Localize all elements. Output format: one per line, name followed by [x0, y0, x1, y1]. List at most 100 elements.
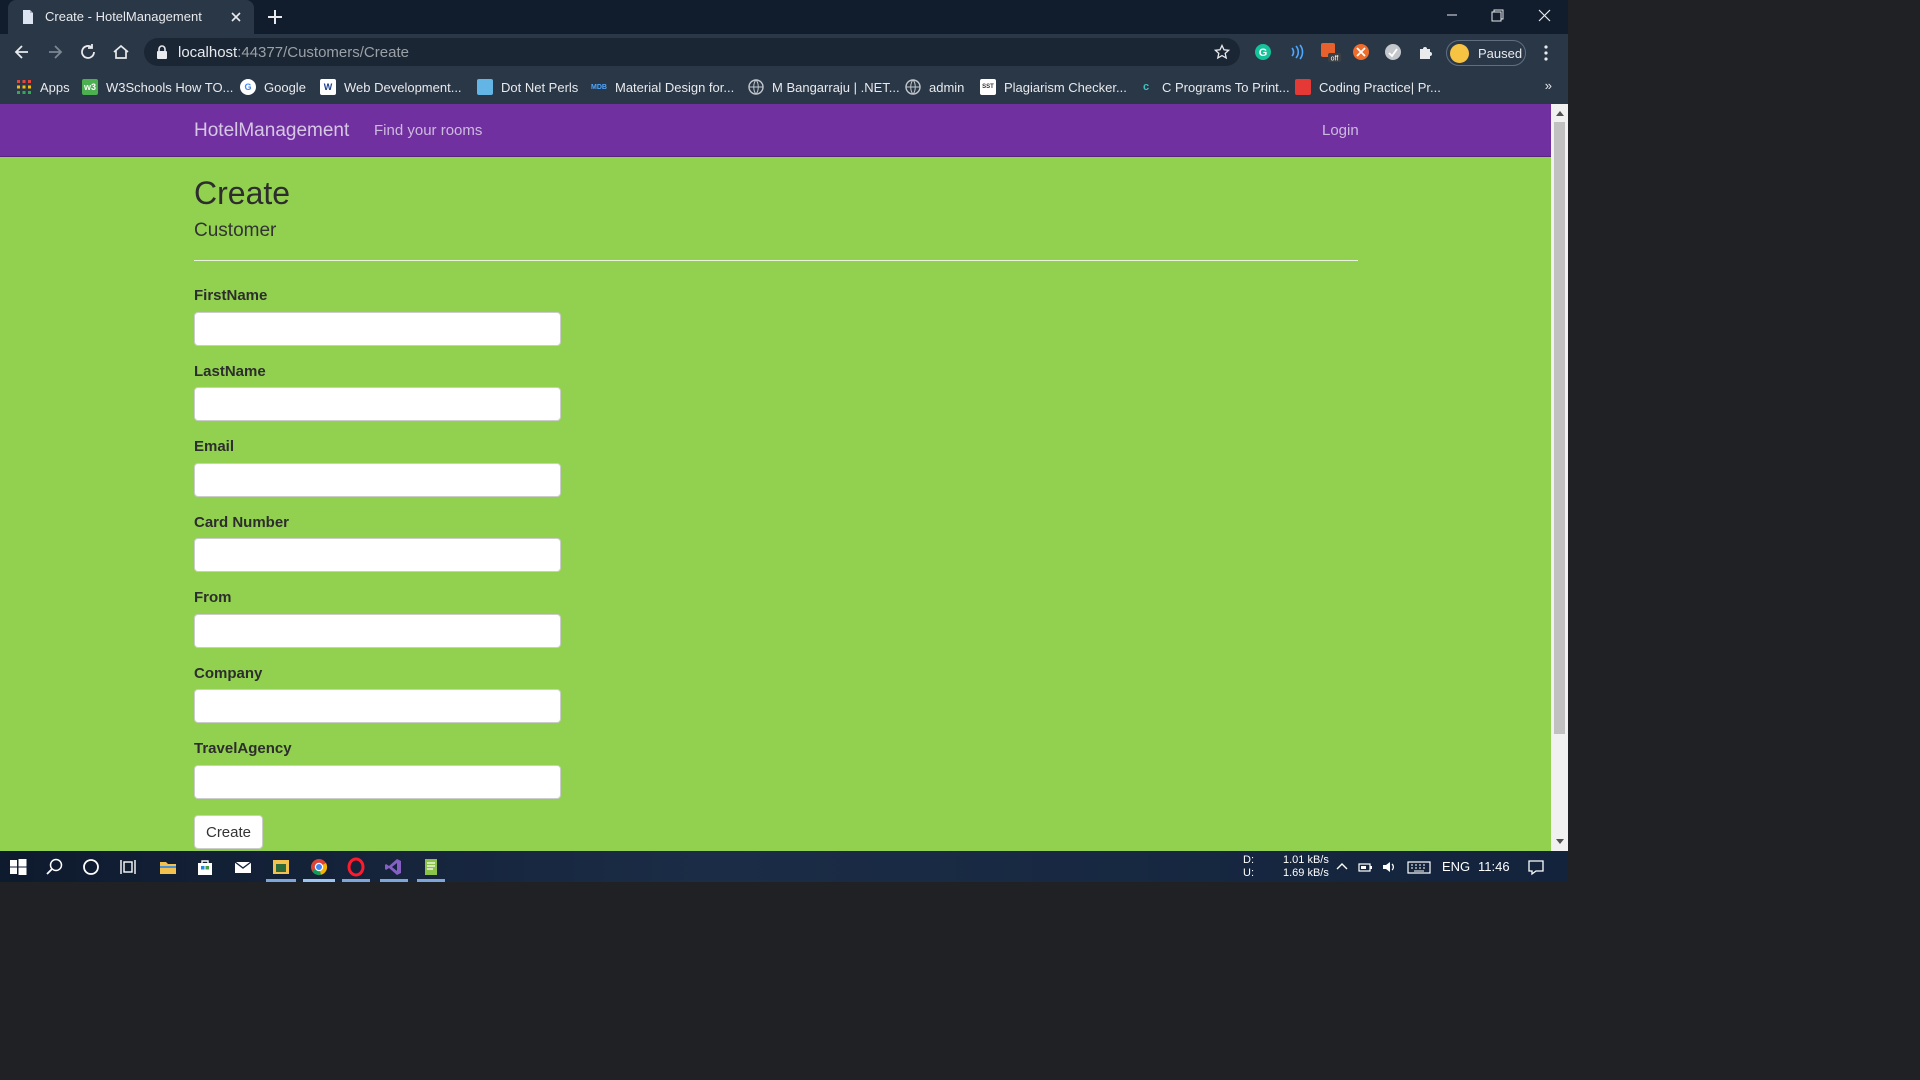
restore-icon[interactable] [1485, 6, 1509, 26]
tab-title: Create - HotelManagement [45, 9, 202, 24]
language-indicator[interactable]: ENG [1442, 859, 1470, 874]
taskbar-active-indicator [417, 879, 445, 882]
taskbar-active-indicator [303, 879, 335, 882]
company-label: Company [194, 665, 263, 682]
tab-strip: Create - HotelManagement [0, 0, 1568, 34]
search-icon[interactable] [45, 857, 65, 877]
bookmark-label: Web Development... [344, 79, 462, 95]
page-favicon-icon [23, 10, 33, 24]
notepad-icon[interactable] [421, 857, 441, 877]
bookmark-c-programs[interactable]: c C Programs To Print... [1138, 78, 1290, 96]
bookmark-google[interactable]: G Google [240, 78, 306, 96]
bookmark-dot-net-perls[interactable]: Dot Net Perls [477, 78, 578, 96]
close-tab-icon[interactable] [228, 9, 244, 25]
bookmark-label: C Programs To Print... [1162, 79, 1290, 95]
page-viewport: HotelManagement Find your rooms Login Cr… [0, 104, 1551, 851]
bookmark-star-icon[interactable] [1214, 44, 1230, 60]
travel-agency-input[interactable] [194, 765, 561, 799]
lastname-label: LastName [194, 363, 266, 380]
from-input[interactable] [194, 614, 561, 648]
profile-avatar [1450, 44, 1469, 63]
c-programs-icon: c [1142, 81, 1150, 93]
site-navbar: HotelManagement Find your rooms Login [0, 104, 1551, 157]
task-view-icon[interactable] [118, 857, 138, 877]
volume-icon[interactable] [1381, 859, 1397, 875]
windows-taskbar: D: U: 1.01 kB/s 1.69 kB/s ENG 11:46 [0, 851, 1568, 882]
bookmark-plagiarism-checker[interactable]: SST Plagiarism Checker... [980, 78, 1127, 96]
nav-find-rooms-link[interactable]: Find your rooms [374, 122, 482, 139]
app-image-icon[interactable] [271, 857, 291, 877]
battery-icon[interactable] [1357, 859, 1373, 875]
chevron-up-icon[interactable] [1334, 859, 1350, 875]
close-window-icon[interactable] [1532, 6, 1556, 26]
bookmark-coding-practice[interactable]: Coding Practice| Pr... [1295, 78, 1441, 96]
bookmark-label: Coding Practice| Pr... [1319, 79, 1441, 95]
divider [194, 260, 1358, 261]
reload-icon[interactable] [78, 42, 98, 62]
store-icon[interactable] [195, 857, 215, 877]
extension-grey-icon[interactable] [1384, 43, 1402, 61]
keyboard-icon[interactable] [1407, 859, 1431, 875]
mail-icon[interactable] [233, 857, 253, 877]
notifications-icon[interactable] [1527, 858, 1545, 876]
page-scrollbar[interactable] [1551, 104, 1568, 851]
profile-button[interactable]: Paused [1446, 40, 1526, 66]
scroll-down-icon[interactable] [1556, 839, 1564, 844]
lock-icon[interactable] [156, 45, 168, 59]
w3schools-icon: w3 [82, 79, 98, 95]
site-brand-link[interactable]: HotelManagement [194, 120, 349, 142]
extension-orange-icon[interactable] [1352, 43, 1370, 61]
scrollbar-thumb[interactable] [1554, 122, 1565, 734]
bookmark-label: Google [264, 79, 306, 95]
bookmark-admin[interactable]: admin [905, 78, 964, 96]
globe-icon [905, 79, 921, 95]
url-path: :44377/Customers/Create [237, 44, 409, 61]
extensions-puzzle-icon[interactable] [1417, 43, 1435, 61]
net-up-label: U: [1243, 867, 1254, 879]
net-down-label: D: [1243, 854, 1254, 866]
bookmark-material-design[interactable]: MDB Material Design for... [591, 78, 734, 96]
browser-menu-icon[interactable] [1538, 43, 1554, 63]
forward-arrow-icon[interactable] [45, 42, 65, 62]
address-bar[interactable]: localhost:44377/Customers/Create [144, 38, 1240, 66]
windows-start-icon[interactable] [8, 857, 28, 877]
firstname-label: FirstName [194, 287, 268, 304]
google-icon: G [240, 79, 256, 95]
create-button[interactable]: Create [194, 815, 263, 849]
browser-tab-active[interactable]: Create - HotelManagement [8, 0, 254, 34]
extension-off-icon[interactable]: off [1320, 41, 1342, 63]
cortana-icon[interactable] [81, 857, 101, 877]
home-icon[interactable] [111, 42, 131, 62]
company-input[interactable] [194, 689, 561, 723]
card-number-input[interactable] [194, 538, 561, 572]
visual-studio-icon[interactable] [383, 857, 403, 877]
new-tab-icon[interactable] [266, 8, 284, 26]
lastname-input[interactable] [194, 387, 561, 421]
bookmarks-overflow-icon[interactable]: » [1545, 78, 1552, 93]
bookmark-web-development[interactable]: W Web Development... [320, 78, 462, 96]
back-arrow-icon[interactable] [12, 42, 32, 62]
email-label: Email [194, 438, 235, 455]
card-number-label: Card Number [194, 514, 290, 531]
bookmark-label: Plagiarism Checker... [1004, 79, 1127, 95]
clock[interactable]: 11:46 [1478, 859, 1510, 874]
bookmark-label: Apps [40, 79, 70, 95]
bookmark-m-bangarraju[interactable]: M Bangarraju | .NET... [748, 78, 900, 96]
nav-login-link[interactable]: Login [1322, 122, 1359, 139]
page-subtitle: Customer [194, 220, 277, 241]
bookmark-label: Material Design for... [615, 79, 735, 95]
firstname-input[interactable] [194, 312, 561, 346]
scroll-up-icon[interactable] [1556, 111, 1564, 116]
grammarly-icon[interactable]: G [1254, 43, 1272, 61]
email-input[interactable] [194, 463, 561, 497]
file-explorer-icon[interactable] [158, 857, 178, 877]
minimize-icon[interactable] [1440, 6, 1464, 26]
net-up-speed: 1.69 kB/s [1283, 867, 1329, 879]
bookmark-apps[interactable]: Apps [16, 78, 70, 96]
url-host: localhost [178, 44, 238, 61]
opera-icon[interactable] [346, 857, 366, 877]
travel-agency-label: TravelAgency [194, 740, 292, 757]
bookmark-w3schools[interactable]: w3 W3Schools How TO... [82, 78, 233, 96]
chrome-icon[interactable] [309, 857, 329, 877]
read-aloud-icon[interactable] [1287, 43, 1305, 61]
